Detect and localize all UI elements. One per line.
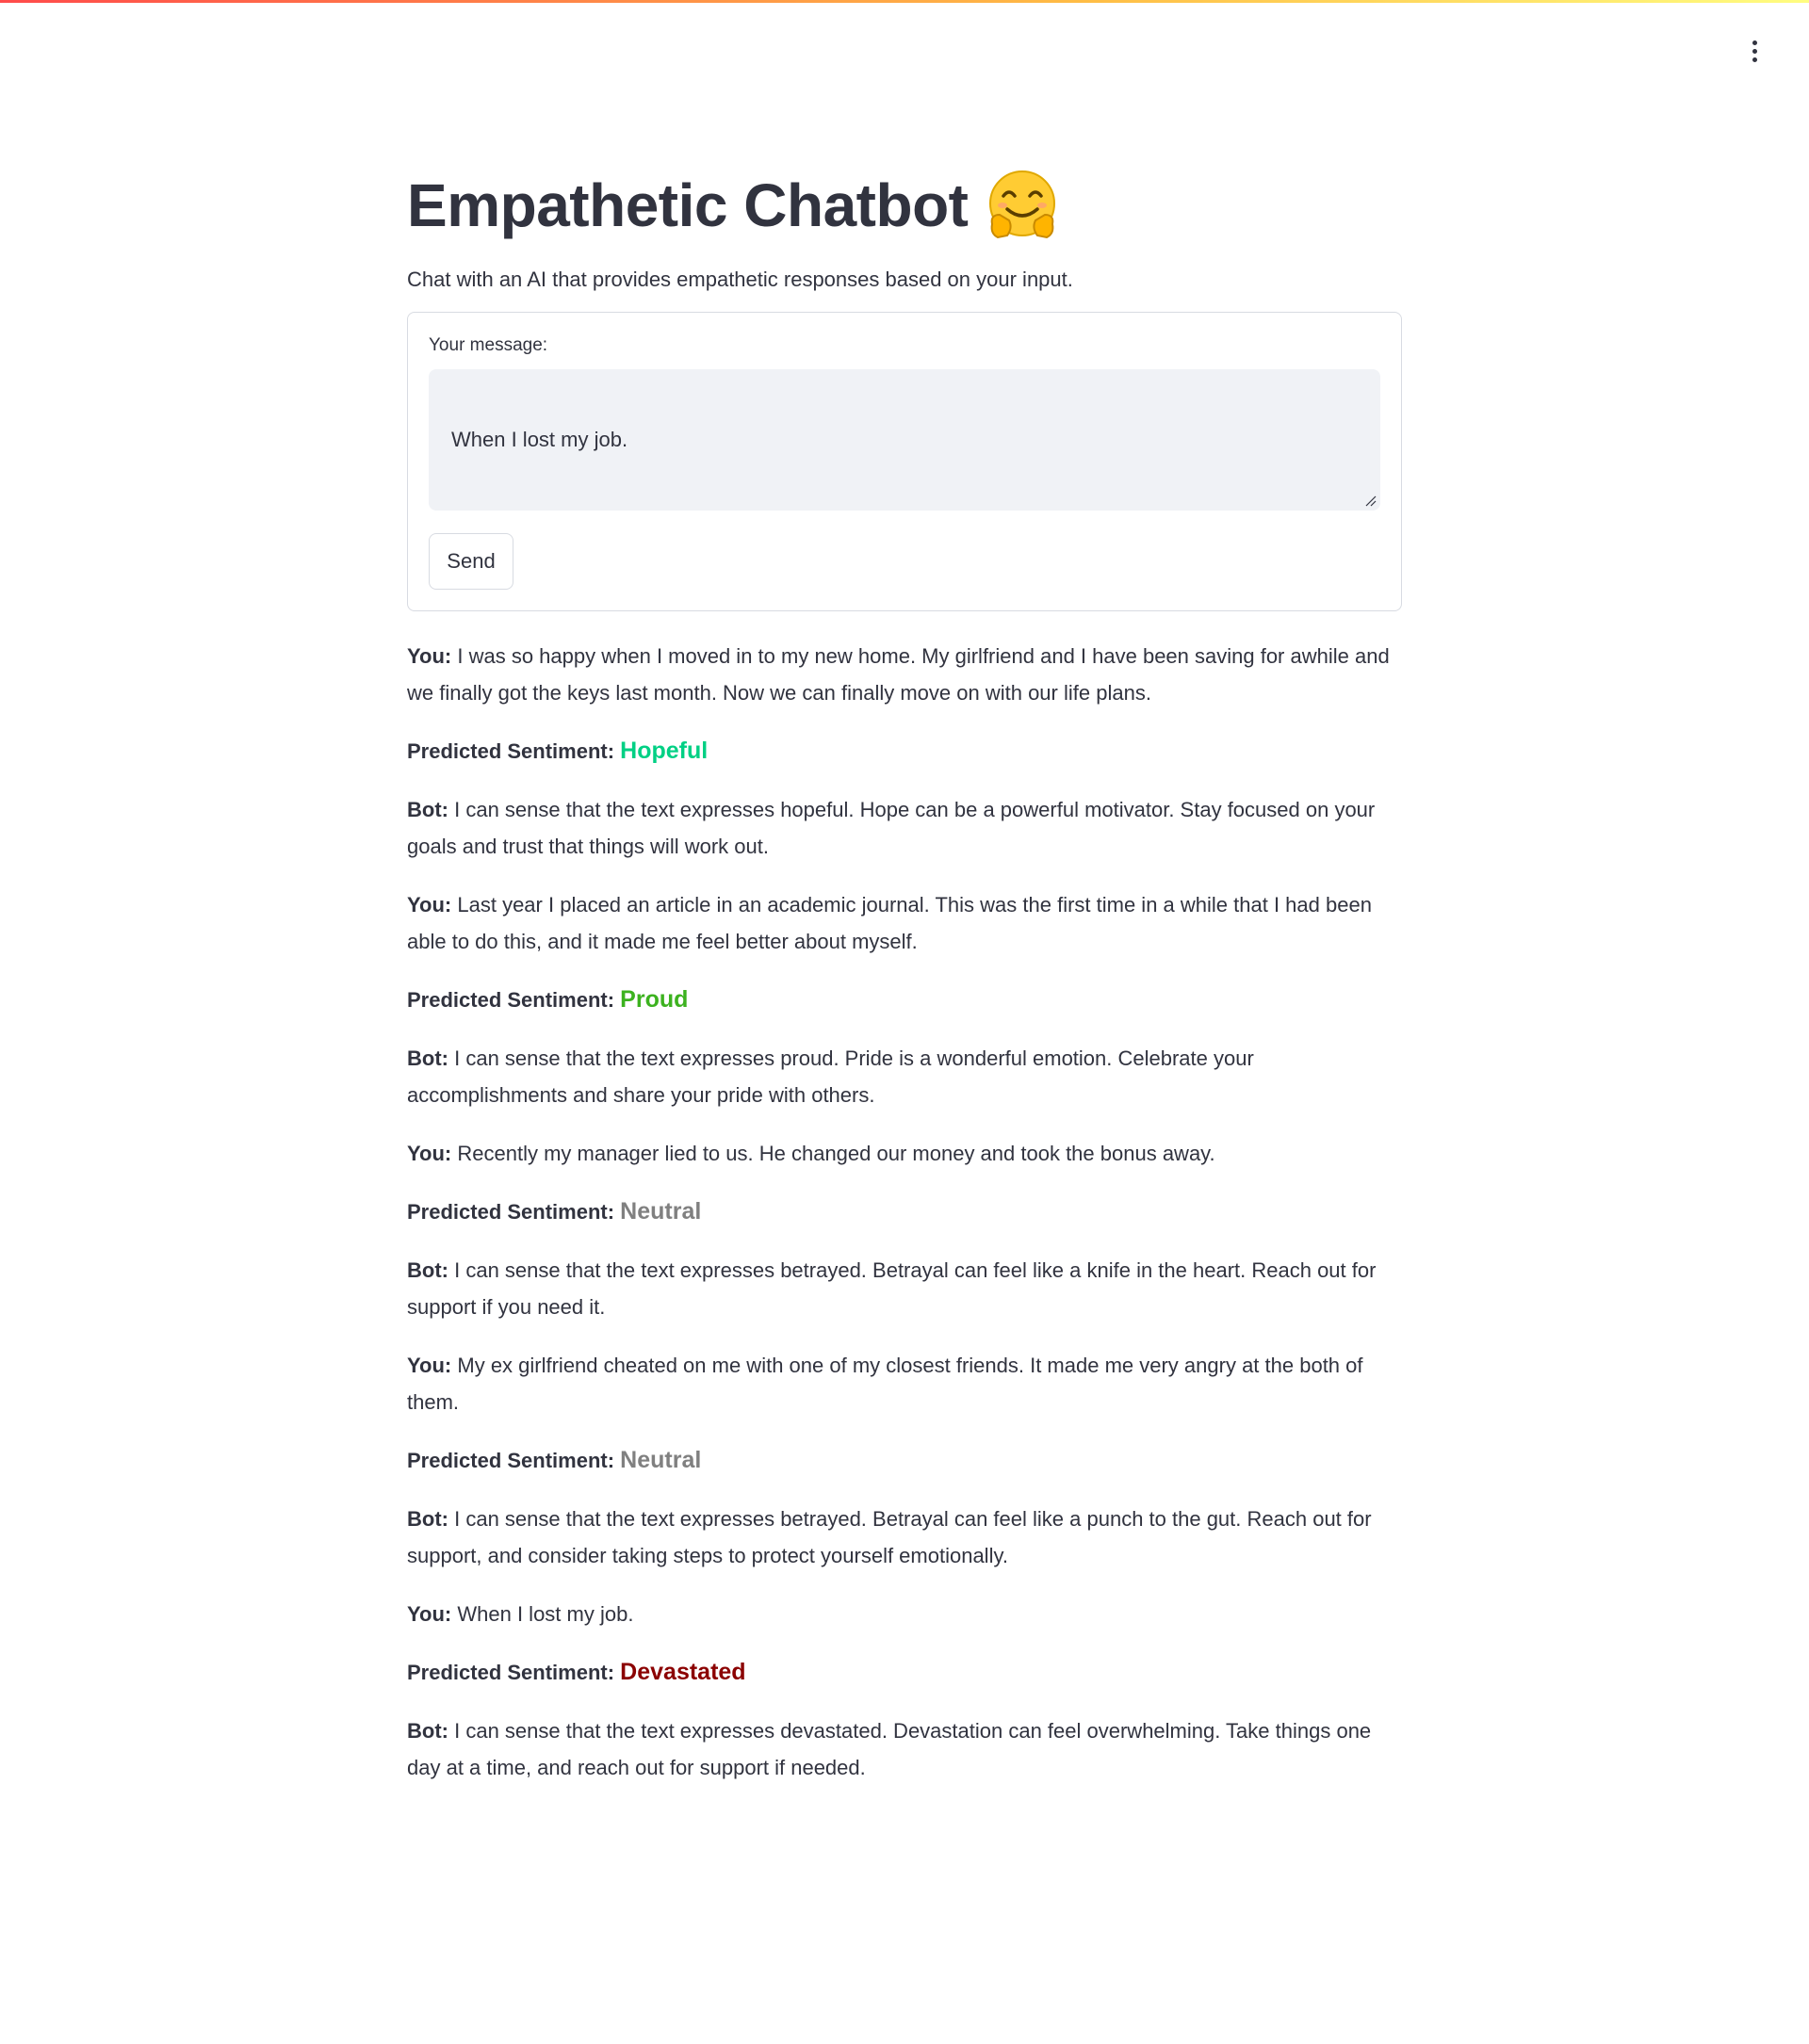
sentiment-value: Neutral [620, 1446, 702, 1473]
predicted-sentiment: Predicted Sentiment: Neutral [407, 1193, 1402, 1230]
user-message: You: Last year I placed an article in an… [407, 886, 1402, 960]
bot-message-text: I can sense that the text expresses deva… [407, 1718, 1372, 1779]
user-message-label: You: [407, 1601, 452, 1626]
kebab-menu-icon-dot [1752, 57, 1757, 62]
message-textarea[interactable]: When I lost my job. [429, 368, 1380, 511]
predicted-sentiment-label: Predicted Sentiment: [407, 987, 615, 1012]
page-subtitle: Chat with an AI that provides empathetic… [407, 268, 1073, 291]
bot-message-text: I can sense that the text expresses betr… [407, 1257, 1377, 1319]
sentiment-value: Neutral [620, 1197, 702, 1225]
resize-handle-icon[interactable] [1363, 494, 1377, 507]
bot-message: Bot: I can sense that the text expresses… [407, 1252, 1402, 1325]
page-title-row: Empathetic Chatbot [407, 158, 1402, 252]
bot-message-text: I can sense that the text expresses hope… [407, 797, 1376, 858]
bot-message-label: Bot: [407, 797, 448, 821]
bot-message: Bot: I can sense that the text expresses… [407, 1501, 1402, 1574]
bot-message-text: I can sense that the text expresses prou… [407, 1046, 1254, 1107]
bot-message: Bot: I can sense that the text expresses… [407, 791, 1402, 865]
predicted-sentiment-label: Predicted Sentiment: [407, 738, 615, 763]
bot-message-label: Bot: [407, 1506, 448, 1531]
user-message-text: My ex girlfriend cheated on me with one … [407, 1353, 1363, 1414]
message-field-label: Your message: [429, 334, 548, 355]
sentiment-value: Hopeful [620, 737, 709, 764]
predicted-sentiment: Predicted Sentiment: Hopeful [407, 733, 1402, 770]
predicted-sentiment-label: Predicted Sentiment: [407, 1660, 615, 1684]
predicted-sentiment: Predicted Sentiment: Devastated [407, 1654, 1402, 1691]
main-block: Empathetic Chatbot Chat with an AI that … [407, 158, 1402, 1808]
bot-message: Bot: I can sense that the text expresses… [407, 1712, 1402, 1786]
sentiment-value: Proud [620, 985, 689, 1013]
kebab-menu-icon-dot [1752, 48, 1757, 54]
top-decoration-bar [0, 0, 1809, 3]
hugging-face-icon [989, 170, 1056, 239]
sentiment-value: Devastated [620, 1658, 746, 1685]
user-message-label: You: [407, 643, 452, 668]
user-message-text: Last year I placed an article in an acad… [407, 892, 1372, 953]
bot-message-label: Bot: [407, 1046, 448, 1070]
predicted-sentiment-label: Predicted Sentiment: [407, 1199, 615, 1224]
user-message-text: When I lost my job. [457, 1601, 634, 1626]
user-message-label: You: [407, 892, 452, 917]
bot-message-text: I can sense that the text expresses betr… [407, 1506, 1372, 1567]
bot-message-label: Bot: [407, 1257, 448, 1282]
user-message-label: You: [407, 1353, 452, 1377]
conversation-history: You: I was so happy when I moved in to m… [407, 638, 1402, 1786]
predicted-sentiment: Predicted Sentiment: Neutral [407, 1442, 1402, 1479]
send-button[interactable]: Send [429, 532, 513, 590]
predicted-sentiment: Predicted Sentiment: Proud [407, 981, 1402, 1018]
page-title: Empathetic Chatbot [407, 171, 969, 239]
message-form: Your message: When I lost my job. Send [407, 311, 1402, 611]
user-message-text: Recently my manager lied to us. He chang… [457, 1141, 1215, 1165]
user-message-label: You: [407, 1141, 452, 1165]
predicted-sentiment-label: Predicted Sentiment: [407, 1448, 615, 1472]
user-message: You: When I lost my job. [407, 1596, 1402, 1632]
user-message: You: My ex girlfriend cheated on me with… [407, 1347, 1402, 1420]
main-menu-button[interactable] [1736, 34, 1773, 68]
message-textarea-value: When I lost my job. [451, 427, 628, 451]
bot-message: Bot: I can sense that the text expresses… [407, 1040, 1402, 1113]
user-message-text: I was so happy when I moved in to my new… [407, 643, 1390, 705]
bot-message-label: Bot: [407, 1718, 448, 1743]
user-message: You: Recently my manager lied to us. He … [407, 1135, 1402, 1172]
kebab-menu-icon [1752, 40, 1757, 45]
user-message: You: I was so happy when I moved in to m… [407, 638, 1402, 711]
